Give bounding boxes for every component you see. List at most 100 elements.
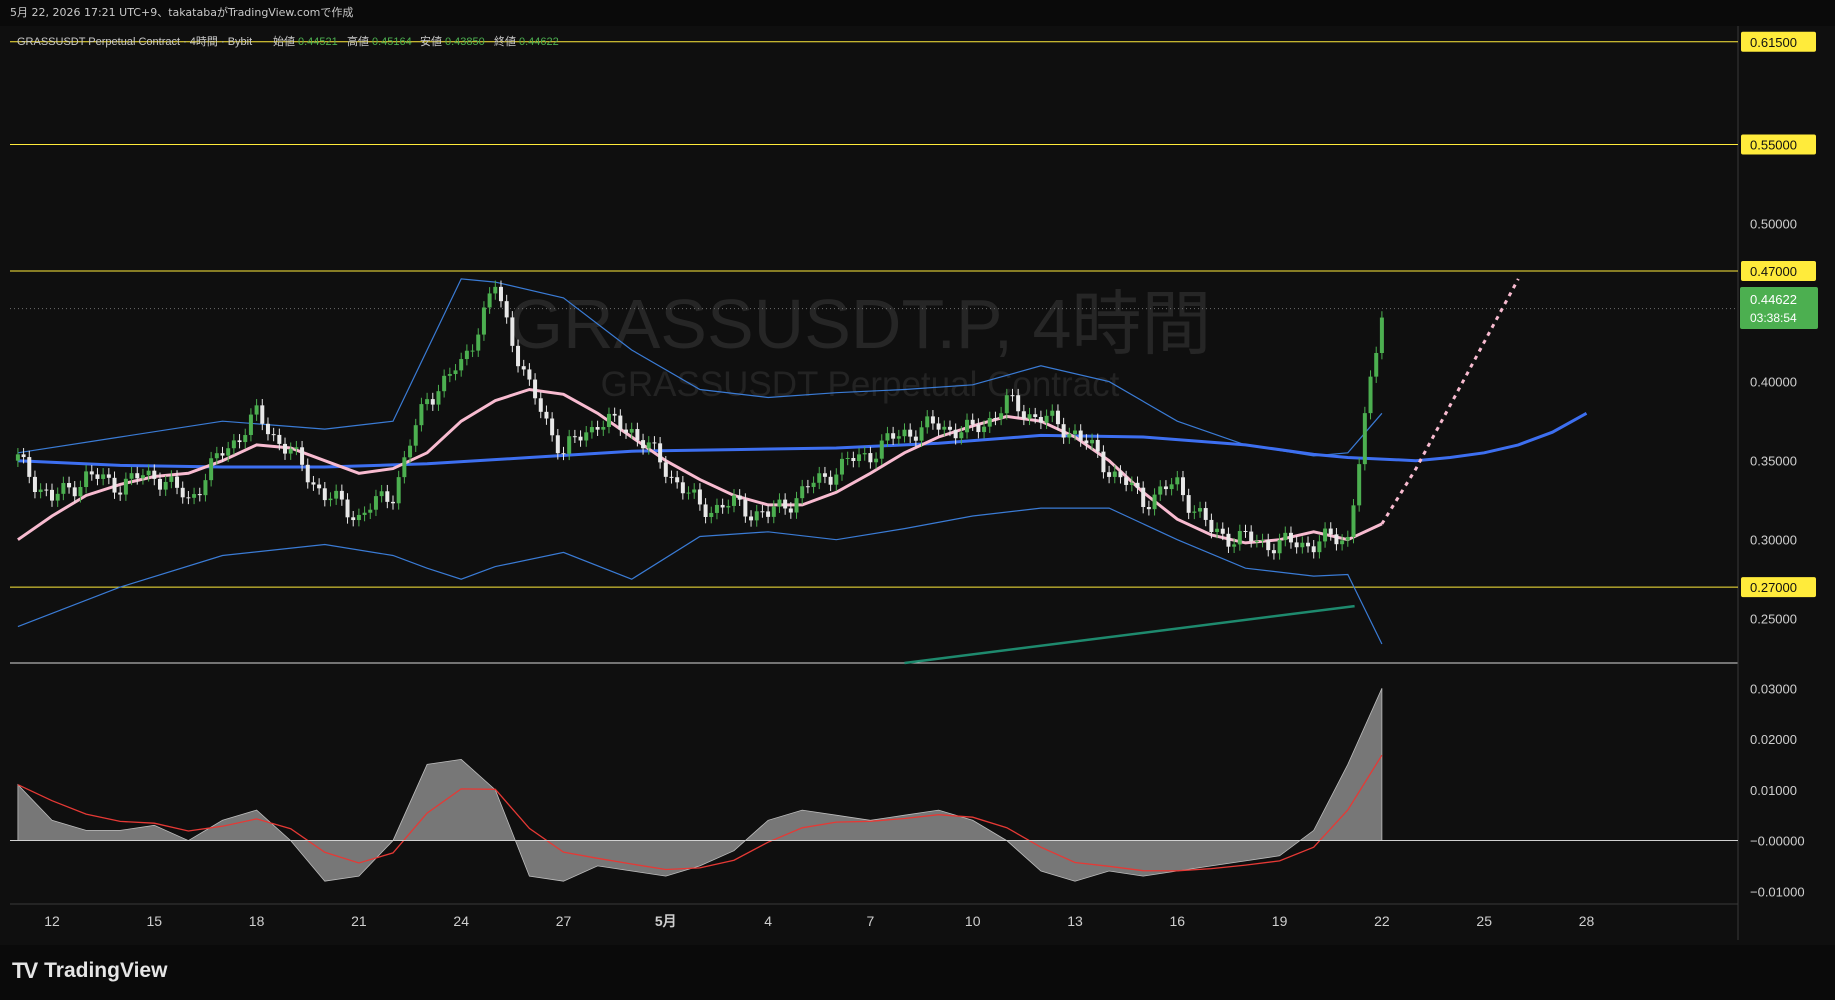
candle-body: [805, 486, 810, 488]
time-tick-10: 13: [1067, 913, 1083, 929]
time-tick-14: 25: [1476, 913, 1492, 929]
candle-body: [828, 476, 833, 485]
candle-body: [1010, 395, 1015, 397]
candle-body: [487, 293, 492, 308]
candle-body: [55, 493, 60, 501]
candle-body: [1328, 528, 1333, 535]
legend-close-value: 0.44622: [519, 36, 559, 48]
candle-body: [726, 505, 731, 508]
tradingview-logo[interactable]: TV TradingView: [12, 958, 167, 984]
candle-body: [95, 474, 100, 479]
candle-body: [817, 473, 822, 483]
candle-body: [959, 432, 964, 439]
candle-body: [396, 477, 401, 504]
candle-body: [288, 448, 293, 454]
candle-body: [982, 426, 987, 433]
candle-body: [271, 434, 276, 436]
candle-body: [913, 436, 918, 441]
candle-body: [351, 517, 356, 521]
candle-body: [521, 366, 526, 370]
candle-body: [1186, 495, 1191, 513]
candle-body: [1124, 477, 1129, 485]
candle-body: [1129, 482, 1134, 485]
candle-body: [891, 433, 896, 439]
candle-body: [470, 350, 475, 352]
candle-body: [101, 474, 106, 479]
candle-body: [15, 454, 20, 461]
footer-bar: [0, 945, 1835, 1000]
candle-body: [936, 423, 941, 430]
candle-body: [595, 427, 600, 430]
candle-body: [641, 440, 646, 449]
price-tick-1: 0.30000: [1750, 533, 1797, 548]
level-label-1: 0.55000: [1750, 138, 1797, 153]
candle-body: [72, 487, 77, 497]
candle-body: [1044, 415, 1049, 423]
snapshot-header: 5月 22, 2026 17:21 UTC+9、takatabaがTrading…: [0, 0, 1835, 26]
osc-tick-4: −0.01000: [1750, 884, 1805, 899]
trendline: [904, 604, 1355, 665]
time-tick-2: 18: [249, 913, 265, 929]
candle-body: [118, 492, 123, 495]
candle-body: [123, 478, 128, 495]
watermark-title: GRASSUSDT.P, 4時間: [509, 285, 1212, 363]
candle-body: [84, 471, 89, 487]
candle-body: [1351, 505, 1356, 537]
candle-body: [976, 424, 981, 433]
candle-body: [1192, 511, 1197, 513]
ma-slow-line: [17, 411, 1588, 469]
candle-body: [822, 473, 827, 477]
ma-fast-projection: [1380, 278, 1520, 525]
candle-body: [1220, 528, 1225, 534]
candle-body: [152, 470, 157, 479]
candle-body: [709, 512, 714, 517]
time-axis[interactable]: 12 15 18 21 24 27 5月 4 7 10 13 16 19 22 25 28: [44, 913, 1594, 929]
candle-body: [1379, 317, 1384, 353]
candle-body: [550, 418, 555, 436]
candle-body: [567, 436, 572, 454]
candle-body: [334, 490, 339, 499]
candle-body: [38, 489, 43, 493]
candle-body: [1374, 352, 1379, 377]
legend-symbol: GRASSUSDT Perpetual Contract · 4時間 · Byb…: [17, 35, 252, 48]
candle-body: [879, 440, 884, 459]
candle-body: [544, 411, 549, 419]
time-tick-15: 28: [1579, 913, 1595, 929]
candle-body: [720, 504, 725, 508]
candle-body: [510, 317, 515, 346]
candle-body: [874, 458, 879, 463]
candle-body: [851, 458, 856, 462]
candle-body: [413, 425, 418, 446]
candle-body: [1038, 417, 1043, 423]
tradingview-logo-icon: TV: [12, 958, 38, 983]
candle-body: [1283, 532, 1288, 541]
candle-body: [1152, 494, 1157, 510]
candle-body: [1345, 536, 1350, 541]
candle-body: [345, 499, 350, 518]
candle-body: [1271, 550, 1276, 554]
candle-body: [112, 477, 117, 493]
legend-low-label: 安値: [420, 34, 442, 48]
level-label-2: 0.47000: [1750, 264, 1797, 279]
candle-body: [1135, 482, 1140, 488]
candle-body: [760, 511, 765, 513]
candle-body: [305, 464, 310, 483]
candle-body: [408, 445, 413, 458]
countdown-timer: 03:38:54: [1750, 311, 1797, 325]
candle-body: [1334, 534, 1339, 545]
candle-body: [175, 476, 180, 488]
candle-body: [1203, 508, 1208, 520]
candle-body: [1254, 541, 1259, 543]
candle-body: [987, 418, 992, 427]
candle-body: [265, 423, 270, 435]
candle-body: [157, 478, 162, 490]
candle-body: [999, 413, 1004, 419]
brand-name: TradingView: [44, 959, 168, 982]
candle-body: [1146, 507, 1151, 510]
candle-body: [1107, 472, 1112, 477]
candle-body: [186, 497, 191, 499]
candle-body: [362, 512, 367, 515]
candle-body: [1249, 531, 1254, 542]
candle-body: [1016, 395, 1021, 412]
chart-canvas[interactable]: GRASSUSDT.P, 4時間 GRASSUSDT Perpetual Con…: [0, 0, 1835, 1000]
